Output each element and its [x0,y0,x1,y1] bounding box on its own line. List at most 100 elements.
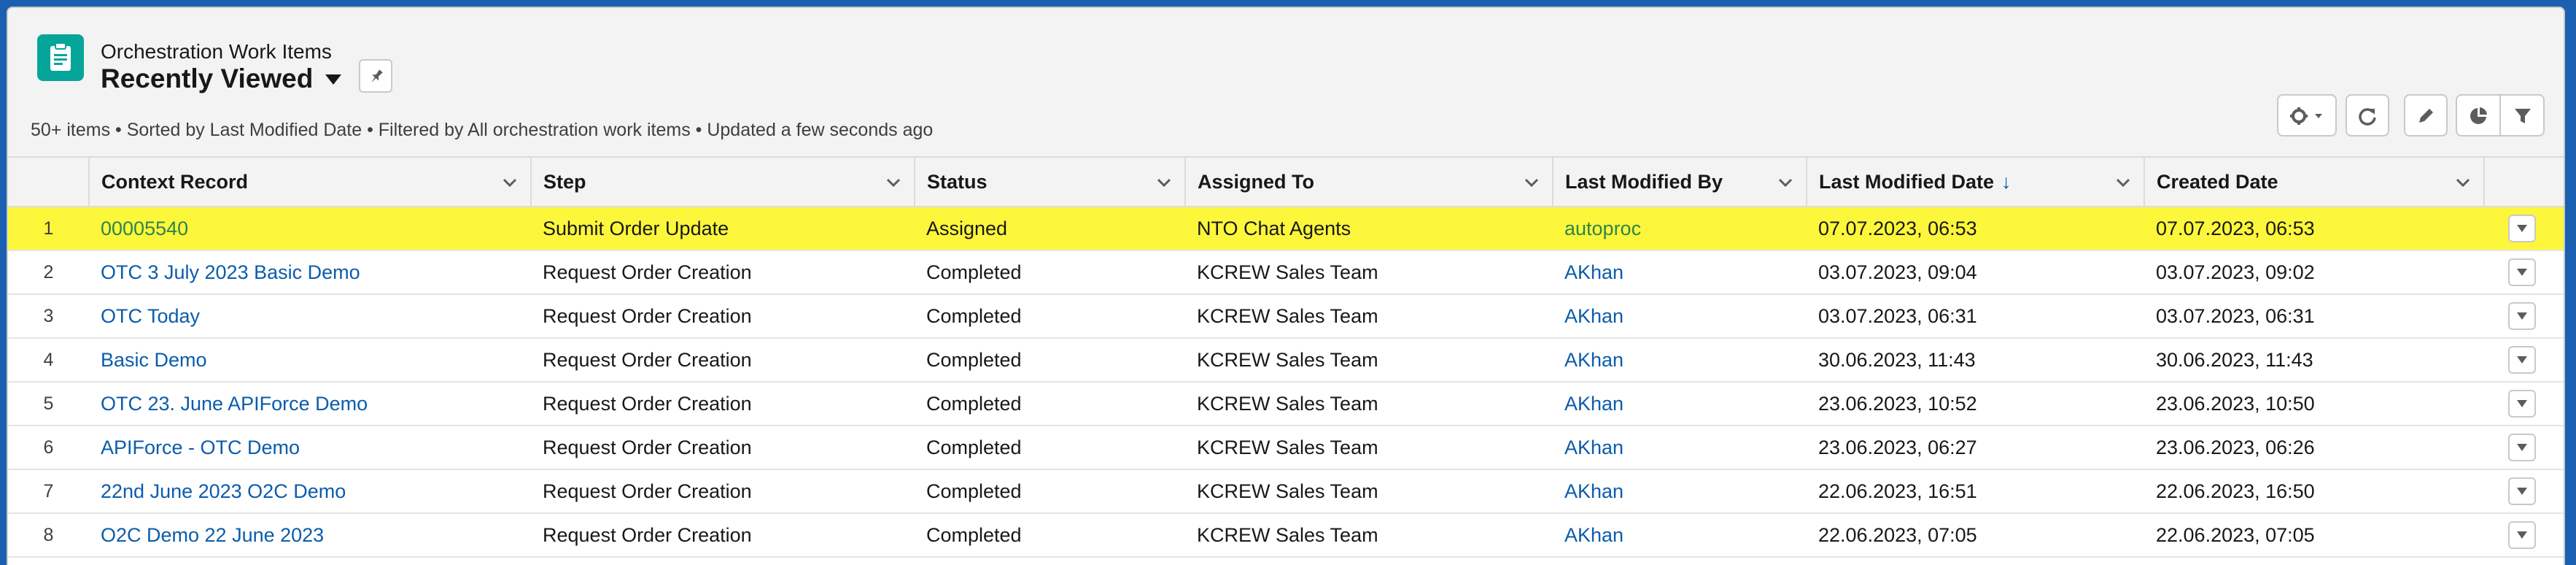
row-actions-button[interactable] [2508,302,2536,330]
row-actions-cell [2484,513,2564,558]
last-modified-by-link[interactable]: AKhan [1553,382,1807,426]
filter-button[interactable] [2499,94,2545,137]
sort-arrow-icon: ↓ [2001,170,2011,193]
chart-icon [2470,107,2487,124]
assigned-to-cell: KCREW Sales Team [1185,250,1553,295]
list-view-card: Orchestration Work Items Recently Viewed… [7,7,2565,565]
context-record-link[interactable]: O2C Demo 22 June 2023 [89,513,531,558]
chevron-down-icon[interactable] [323,69,344,89]
row-actions-button[interactable] [2508,346,2536,374]
row-actions-cell [2484,338,2564,383]
column-header-assigned-to[interactable]: Assigned To [1185,158,1553,207]
step-cell: Submit Order Update [531,207,915,251]
chevron-down-icon [2517,488,2527,495]
table-row[interactable]: 3 OTC Today Request Order Creation Compl… [8,294,2564,339]
table-row[interactable]: 2 OTC 3 July 2023 Basic Demo Request Ord… [8,250,2564,295]
last-modified-by-link[interactable]: AKhan [1553,426,1807,470]
row-actions-cell [2484,250,2564,295]
status-cell: Completed [915,338,1185,383]
last-modified-by-link[interactable]: AKhan [1553,513,1807,558]
assigned-to-cell: KCREW Sales Team [1185,469,1553,514]
row-actions-button[interactable] [2508,521,2536,549]
context-record-link[interactable]: OTC 23. June APIForce Demo [89,382,531,426]
row-number: 5 [8,382,89,426]
chevron-down-icon[interactable] [501,174,519,191]
status-cell: Completed [915,250,1185,295]
status-cell: Completed [915,426,1185,470]
list-settings-button[interactable] [2277,94,2337,137]
last-modified-date-cell: 03.07.2023, 06:31 [1807,294,2144,339]
chevron-down-icon[interactable] [1777,174,1794,191]
last-modified-by-link[interactable]: AKhan [1553,469,1807,514]
refresh-button[interactable] [2346,94,2389,137]
context-record-link[interactable]: OTC 3 July 2023 Basic Demo [89,250,531,295]
chevron-down-icon [2517,400,2527,407]
edit-list-button[interactable] [2404,94,2448,137]
row-actions-cell [2484,207,2564,251]
table-row[interactable]: 7 22nd June 2023 O2C Demo Request Order … [8,469,2564,514]
last-modified-by-link[interactable]: AKhan [1553,338,1807,383]
row-actions-button[interactable] [2508,434,2536,461]
context-record-link[interactable]: Basic Demo [89,338,531,383]
last-modified-by-link[interactable]: AKhan [1553,294,1807,339]
object-label: Orchestration Work Items [101,40,332,63]
list-view-selector[interactable]: Recently Viewed [101,64,344,94]
assigned-to-cell: NTO Chat Agents [1185,207,1553,251]
edit-icon [2419,109,2433,123]
last-modified-by-link[interactable]: AKhan [1553,250,1807,295]
chevron-down-icon [2517,444,2527,451]
context-record-link[interactable]: OTC Today [89,294,531,339]
column-header-status[interactable]: Status [915,158,1186,207]
column-header-step[interactable]: Step [531,158,915,207]
last-modified-date-cell: 07.07.2023, 06:53 [1807,207,2144,251]
step-cell: Request Order Creation [531,513,915,558]
list-view-title: Recently Viewed [101,64,314,93]
row-actions-cell [2484,469,2564,514]
step-cell: Request Order Creation [531,250,915,295]
status-cell: Assigned [915,207,1185,251]
chevron-down-icon [2517,356,2527,364]
pin-button[interactable] [359,59,392,93]
table-row[interactable]: 5 OTC 23. June APIForce Demo Request Ord… [8,382,2564,426]
column-header-last-modified-by[interactable]: Last Modified By [1553,158,1807,207]
list-table: Context Record Step Status Assigned To L… [8,158,2564,558]
context-record-link[interactable]: 22nd June 2023 O2C Demo [89,469,531,514]
gear-icon [2290,107,2322,125]
last-modified-by-link[interactable]: autoproc [1553,207,1807,251]
pin-icon [371,69,383,83]
chevron-down-icon[interactable] [1155,174,1173,191]
list-header: Orchestration Work Items Recently Viewed… [8,8,2564,158]
chevron-down-icon[interactable] [885,174,902,191]
created-date-cell: 23.06.2023, 10:50 [2144,382,2484,426]
row-number: 4 [8,338,89,383]
charts-button[interactable] [2456,94,2501,137]
step-cell: Request Order Creation [531,382,915,426]
row-actions-button[interactable] [2508,258,2536,286]
row-number: 1 [8,207,89,251]
chevron-down-icon [2517,225,2527,232]
row-number: 2 [8,250,89,295]
status-cell: Completed [915,294,1185,339]
chevron-down-icon[interactable] [2114,174,2132,191]
row-actions-button[interactable] [2508,215,2536,242]
context-record-link[interactable]: 00005540 [89,207,531,251]
column-header-context-record[interactable]: Context Record [89,158,532,207]
table-row[interactable]: 1 00005540 Submit Order Update Assigned … [8,207,2564,251]
row-actions-button[interactable] [2508,390,2536,418]
column-header-created-date[interactable]: Created Date [2144,158,2485,207]
chevron-down-icon[interactable] [2454,174,2472,191]
step-cell: Request Order Creation [531,426,915,470]
context-record-link[interactable]: APIForce - OTC Demo [89,426,531,470]
chevron-down-icon[interactable] [1523,174,1540,191]
last-modified-date-cell: 03.07.2023, 09:04 [1807,250,2144,295]
row-actions-button[interactable] [2508,477,2536,505]
created-date-cell: 23.06.2023, 06:26 [2144,426,2484,470]
column-header-last-modified-date[interactable]: Last Modified Date ↓ [1807,158,2145,207]
table-header-row: Context Record Step Status Assigned To L… [8,158,2564,207]
row-actions-cell [2484,382,2564,426]
table-row[interactable]: 6 APIForce - OTC Demo Request Order Crea… [8,426,2564,470]
row-number: 7 [8,469,89,514]
table-row[interactable]: 8 O2C Demo 22 June 2023 Request Order Cr… [8,513,2564,558]
step-cell: Request Order Creation [531,469,915,514]
table-row[interactable]: 4 Basic Demo Request Order Creation Comp… [8,338,2564,383]
